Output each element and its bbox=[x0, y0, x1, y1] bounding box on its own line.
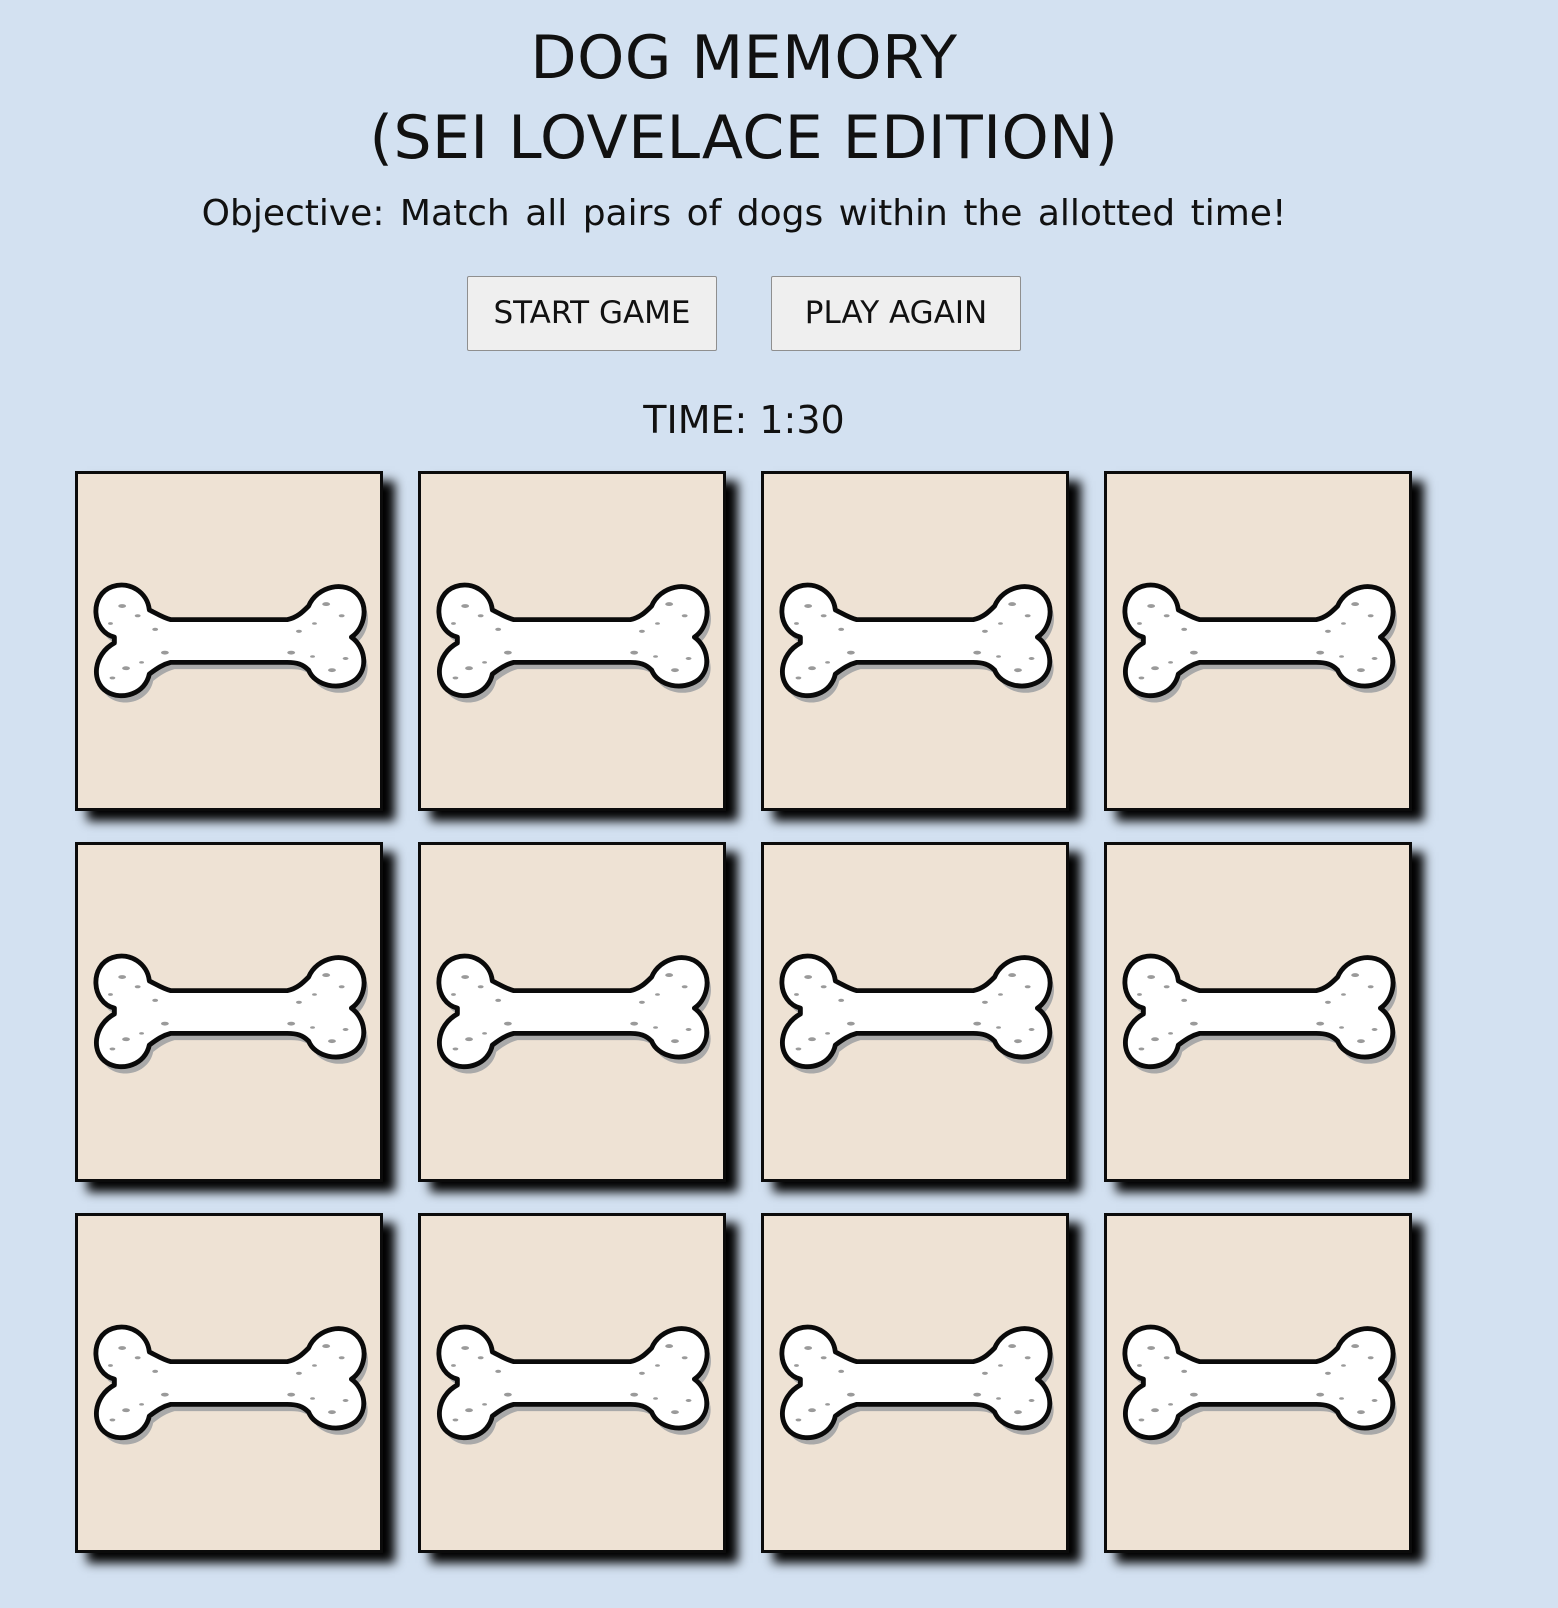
page-header: DOG MEMORY (SEI LOVELACE EDITION) Object… bbox=[0, 18, 1488, 236]
memory-card[interactable] bbox=[1104, 471, 1412, 811]
bone-icon bbox=[81, 944, 377, 1080]
memory-card[interactable] bbox=[761, 471, 1069, 811]
memory-card[interactable] bbox=[75, 1213, 383, 1553]
memory-card[interactable] bbox=[761, 1213, 1069, 1553]
bone-icon bbox=[1110, 1315, 1406, 1451]
title-line-1: DOG MEMORY bbox=[530, 23, 958, 93]
card-grid bbox=[75, 471, 1425, 1553]
memory-card[interactable] bbox=[75, 842, 383, 1182]
memory-card[interactable] bbox=[418, 1213, 726, 1553]
start-game-button[interactable]: START GAME bbox=[467, 276, 717, 351]
memory-card[interactable] bbox=[1104, 1213, 1412, 1553]
objective-text: Objective: Match all pairs of dogs withi… bbox=[201, 193, 1287, 234]
memory-card[interactable] bbox=[418, 842, 726, 1182]
bone-icon bbox=[1110, 944, 1406, 1080]
bone-icon bbox=[81, 1315, 377, 1451]
game-controls: START GAME PLAY AGAIN bbox=[0, 276, 1488, 351]
play-again-button[interactable]: PLAY AGAIN bbox=[771, 276, 1021, 351]
bone-icon bbox=[424, 573, 720, 709]
bone-icon bbox=[767, 944, 1063, 1080]
memory-card[interactable] bbox=[1104, 842, 1412, 1182]
bone-icon bbox=[767, 1315, 1063, 1451]
bone-icon bbox=[1110, 573, 1406, 709]
page-title: DOG MEMORY (SEI LOVELACE EDITION) bbox=[0, 18, 1488, 178]
bone-icon bbox=[424, 944, 720, 1080]
memory-card[interactable] bbox=[418, 471, 726, 811]
bone-icon bbox=[767, 573, 1063, 709]
memory-card[interactable] bbox=[75, 471, 383, 811]
timer: TIME: 1:30 bbox=[643, 398, 845, 442]
bone-icon bbox=[81, 573, 377, 709]
bone-icon bbox=[424, 1315, 720, 1451]
title-line-2: (SEI LOVELACE EDITION) bbox=[369, 103, 1119, 173]
memory-card[interactable] bbox=[761, 842, 1069, 1182]
